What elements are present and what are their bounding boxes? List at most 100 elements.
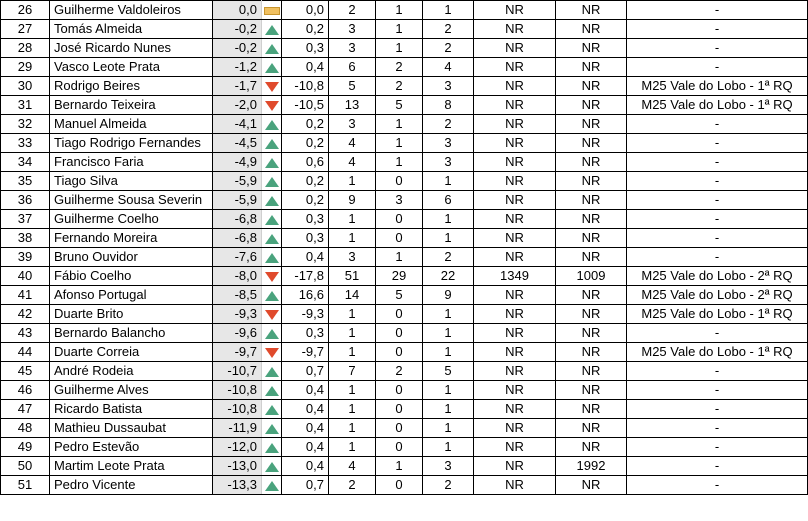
played-cell: 3 [328,19,376,39]
losses-cell: 1 [422,437,474,457]
change-value-cell: 0,7 [281,475,329,495]
player-name-cell: Tiago Silva [49,171,213,191]
event-cell: - [626,399,808,419]
event-cell: - [626,190,808,210]
event-cell: - [626,418,808,438]
table-row[interactable]: 48 Mathieu Dussaubat -11,9 0,4 1 0 1 NR NR - [0,418,808,438]
change-value-cell: 0,3 [281,38,329,58]
table-row[interactable]: 40 Fábio Coelho -8,0 -17,8 51 29 22 1349 1009 M25… [0,266,808,286]
played-cell: 6 [328,57,376,77]
change-value-cell: 0,7 [281,361,329,381]
played-cell: 7 [328,361,376,381]
table-row[interactable]: 35 Tiago Silva -5,9 0,2 1 0 1 NR NR - [0,171,808,191]
table-row[interactable]: 33 Tiago Rodrigo Fernandes -4,5 0,2 4 1 3 NR NR - [0,133,808,153]
table-row[interactable]: 37 Guilherme Coelho -6,8 0,3 1 0 1 NR NR - [0,209,808,229]
played-cell: 1 [328,437,376,457]
event-cell: - [626,323,808,343]
played-cell: 1 [328,418,376,438]
losses-cell: 8 [422,95,474,115]
table-row[interactable]: 36 Guilherme Sousa Severin -5,9 0,2 9 3 6 NR NR - [0,190,808,210]
played-cell: 1 [328,342,376,362]
wins-cell: 0 [375,209,423,229]
diff-cell: -6,8 [212,209,262,229]
rank-cell: 33 [0,133,50,153]
rank-cell: 40 [0,266,50,286]
itf-ranking-cell: NR [555,380,627,400]
rank-cell: 30 [0,76,50,96]
table-row[interactable]: 50 Martim Leote Prata -13,0 0,4 4 1 3 NR 1992- [0,456,808,476]
change-value-cell: 0,3 [281,323,329,343]
down-triangle-icon [264,81,279,92]
table-row[interactable]: 32 Manuel Almeida -4,1 0,2 3 1 2 NR NR - [0,114,808,134]
rank-cell: 51 [0,475,50,495]
table-row[interactable]: 38 Fernando Moreira -6,8 0,3 1 0 1 NR NR - [0,228,808,248]
event-cell: M25 Vale do Lobo - 1ª RQ [626,304,808,324]
atp-ranking-cell: NR [473,399,556,419]
table-row[interactable]: 51 Pedro Vicente -13,3 0,7 2 0 2 NR NR - [0,475,808,495]
table-row[interactable]: 41 Afonso Portugal -8,5 16,6 14 5 9 NR NR M25 Val… [0,285,808,305]
diff-cell: -7,6 [212,247,262,267]
table-row[interactable]: 27 Tomás Almeida -0,2 0,2 3 1 2 NR NR - [0,19,808,39]
player-name-cell: Fábio Coelho [49,266,213,286]
diff-cell: -5,9 [212,171,262,191]
player-name-cell: Ricardo Batista [49,399,213,419]
table-row[interactable]: 44 Duarte Correia -9,7 -9,7 1 0 1 NR NR M25 Vale … [0,342,808,362]
atp-ranking-cell: NR [473,209,556,229]
trend-icon-cell [261,247,282,267]
losses-cell: 1 [422,418,474,438]
rank-cell: 27 [0,19,50,39]
table-row[interactable]: 29 Vasco Leote Prata -1,2 0,4 6 2 4 NR NR - [0,57,808,77]
up-triangle-icon [264,138,279,149]
table-row[interactable]: 31 Bernardo Teixeira -2,0 -10,5 13 5 8 NR NR M25 … [0,95,808,115]
table-row[interactable]: 45 André Rodeia -10,7 0,7 7 2 5 NR NR - [0,361,808,381]
player-name-cell: Fernando Moreira [49,228,213,248]
table-row[interactable]: 49 Pedro Estevão -12,0 0,4 1 0 1 NR NR - [0,437,808,457]
change-value-cell: 0,4 [281,456,329,476]
player-name-cell: Tomás Almeida [49,19,213,39]
table-row[interactable]: 43 Bernardo Balancho -9,6 0,3 1 0 1 NR NR - [0,323,808,343]
losses-cell: 3 [422,152,474,172]
wins-cell: 29 [375,266,423,286]
event-cell: - [626,133,808,153]
trend-icon-cell [261,418,282,438]
itf-ranking-cell: NR [555,38,627,58]
table-row[interactable]: 30 Rodrigo Beires -1,7 -10,8 5 2 3 NR NR M25 Vale… [0,76,808,96]
trend-icon-cell [261,114,282,134]
event-cell: M25 Vale do Lobo - 1ª RQ [626,342,808,362]
player-name-cell: André Rodeia [49,361,213,381]
rank-cell: 26 [0,0,50,20]
up-triangle-icon [264,290,279,301]
losses-cell: 1 [422,304,474,324]
up-triangle-icon [264,176,279,187]
wins-cell: 1 [375,19,423,39]
event-cell: - [626,38,808,58]
player-name-cell: Duarte Correia [49,342,213,362]
event-cell: - [626,114,808,134]
up-triangle-icon [264,328,279,339]
table-row[interactable]: 39 Bruno Ouvidor -7,6 0,4 3 1 2 NR NR - [0,247,808,267]
table-row[interactable]: 28 José Ricardo Nunes -0,2 0,3 3 1 2 NR NR - [0,38,808,58]
rank-cell: 28 [0,38,50,58]
trend-icon-cell [261,323,282,343]
player-name-cell: Guilherme Sousa Severin [49,190,213,210]
itf-ranking-cell: NR [555,437,627,457]
rank-cell: 31 [0,95,50,115]
table-row[interactable]: 42 Duarte Brito -9,3 -9,3 1 0 1 NR NR M25 Vale do… [0,304,808,324]
trend-icon-cell [261,57,282,77]
trend-icon-cell [261,228,282,248]
event-cell: - [626,209,808,229]
wins-cell: 1 [375,114,423,134]
table-row[interactable]: 34 Francisco Faria -4,9 0,6 4 1 3 NR NR - [0,152,808,172]
itf-ranking-cell: NR [555,133,627,153]
diff-cell: -5,9 [212,190,262,210]
rank-cell: 36 [0,190,50,210]
table-row[interactable]: 47 Ricardo Batista -10,8 0,4 1 0 1 NR NR - [0,399,808,419]
up-triangle-icon [264,385,279,396]
table-row[interactable]: 46 Guilherme Alves -10,8 0,4 1 0 1 NR NR - [0,380,808,400]
losses-cell: 1 [422,342,474,362]
atp-ranking-cell: NR [473,114,556,134]
played-cell: 4 [328,133,376,153]
played-cell: 1 [328,323,376,343]
table-row[interactable]: 26 Guilherme Valdoleiros 0,0 0,0 2 1 1 NR NR - [0,0,808,20]
itf-ranking-cell: NR [555,152,627,172]
